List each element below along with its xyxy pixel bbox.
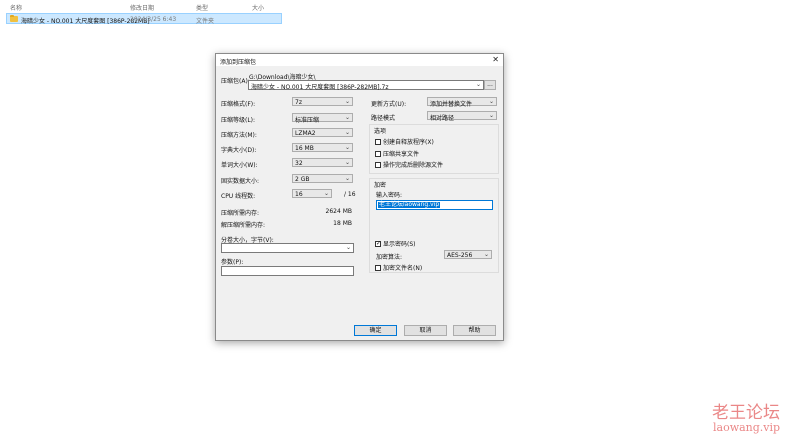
checkbox-box [375, 138, 381, 145]
update-label: 更新方式(U): [371, 101, 407, 108]
browse-button[interactable]: ... [484, 80, 496, 90]
archive-name-value: 海暗少女 - NO.001 大尺度套图 [386P-282MB].7z [251, 84, 389, 91]
params-label: 参数(P): [221, 259, 244, 266]
word-value: 32 [295, 160, 303, 167]
column-type[interactable]: 类型 [196, 3, 208, 12]
solid-select[interactable]: 2 GB ⌄ [292, 174, 353, 183]
checkbox-box [375, 240, 381, 247]
add-to-archive-dialog: 添加到压缩包 ✕ 压缩包(A): G:\Download\海暗少女\ 海暗少女 … [215, 53, 504, 341]
dict-value: 16 MB [295, 145, 314, 152]
method-select[interactable]: LZMA2 ⌄ [292, 128, 353, 137]
chevron-down-icon: ⌄ [344, 98, 350, 105]
delete-label: 操作完成后删除源文件 [383, 162, 444, 169]
show-password-checkbox[interactable]: 显示密码(S) [375, 239, 416, 248]
chevron-down-icon: ⌄ [344, 114, 350, 121]
options-title: 选项 [374, 126, 387, 135]
chevron-down-icon: ⌄ [488, 112, 494, 119]
column-date[interactable]: 修改日期 [130, 3, 154, 12]
delete-checkbox[interactable]: 操作完成后删除源文件 [375, 160, 443, 169]
watermark-url: laowang.vip [713, 421, 781, 434]
format-label: 压缩格式(F): [221, 101, 256, 108]
chevron-down-icon: ⌄ [344, 129, 350, 136]
chevron-down-icon: ⌄ [475, 81, 481, 88]
column-name[interactable]: 名称 [10, 3, 22, 12]
cancel-button[interactable]: 取消 [404, 325, 447, 336]
file-date: 2024/3/25 6:43 [130, 16, 177, 23]
level-select[interactable]: 标准压缩 ⌄ [292, 113, 353, 124]
mem-decomp-label: 解压缩所需内存: [221, 222, 266, 229]
encrypt-names-checkbox[interactable]: 加密文件名(N) [375, 263, 422, 272]
cpu-value: 16 [295, 191, 303, 198]
word-select[interactable]: 32 ⌄ [292, 158, 353, 167]
dict-select[interactable]: 16 MB ⌄ [292, 143, 353, 152]
chevron-down-icon: ⌄ [344, 144, 350, 151]
sfx-label: 创建自释放程序(X) [383, 139, 434, 146]
solid-label: 固实数据大小: [221, 178, 260, 185]
show-password-label: 显示密码(S) [383, 241, 416, 248]
archive-label: 压缩包(A): [221, 78, 250, 85]
word-label: 单词大小(W): [221, 162, 258, 169]
column-size[interactable]: 大小 [252, 3, 264, 12]
shared-label: 压缩共享文件 [383, 151, 420, 158]
enc-method-label: 加密算法: [376, 254, 403, 261]
enc-method-select[interactable]: AES-256 ⌄ [444, 250, 492, 259]
checkbox-box [375, 161, 381, 168]
format-value: 7z [295, 99, 302, 106]
format-select[interactable]: 7z ⌄ [292, 97, 353, 106]
watermark-cn: 老王论坛 [712, 403, 780, 423]
encrypt-names-label: 加密文件名(N) [383, 265, 423, 272]
chevron-down-icon: ⌄ [344, 175, 350, 182]
dialog-title: 添加到压缩包 [220, 59, 257, 66]
level-label: 压缩等级(L): [221, 117, 256, 124]
chevron-down-icon: ⌄ [488, 98, 494, 105]
file-row[interactable]: 海暗少女 - NO.001 大尺度套图 [386P-282MB] 2024/3/… [6, 13, 282, 25]
mem-comp-label: 压缩所需内存: [221, 210, 260, 217]
sfx-checkbox[interactable]: 创建自释放程序(X) [375, 137, 434, 146]
chevron-down-icon: ⌄ [345, 244, 351, 251]
update-select[interactable]: 添加并替换文件 ⌄ [427, 97, 497, 108]
chevron-down-icon: ⌄ [483, 251, 489, 258]
update-value: 添加并替换文件 [430, 101, 473, 108]
mem-comp-value: 2624 MB [325, 208, 352, 215]
password-value: 老王论坛laowang.vip [378, 201, 441, 208]
cpu-total: / 16 [344, 191, 356, 198]
level-value: 标准压缩 [295, 117, 320, 124]
checkbox-box [375, 150, 381, 157]
encryption-title: 加密 [374, 180, 387, 189]
help-button[interactable]: 帮助 [453, 325, 496, 336]
split-combo[interactable]: ⌄ [221, 243, 354, 253]
password-label: 输入密码: [376, 192, 403, 199]
title-bar: 添加到压缩包 ✕ [216, 54, 503, 66]
ok-button[interactable]: 确定 [354, 325, 397, 336]
method-value: LZMA2 [295, 130, 316, 137]
chevron-down-icon: ⌄ [323, 190, 329, 197]
enc-method-value: AES-256 [447, 252, 473, 259]
chevron-down-icon: ⌄ [344, 159, 350, 166]
method-label: 压缩方法(M): [221, 132, 257, 139]
shared-checkbox[interactable]: 压缩共享文件 [375, 149, 419, 158]
archive-name-combo[interactable]: 海暗少女 - NO.001 大尺度套图 [386P-282MB].7z ⌄ [248, 80, 484, 91]
password-input[interactable]: 老王论坛laowang.vip [376, 200, 493, 210]
params-input[interactable] [221, 266, 354, 276]
path-label: 路径模式 [371, 115, 396, 122]
file-type: 文件夹 [196, 18, 215, 25]
path-value: 相对路径 [430, 115, 455, 122]
dict-label: 字典大小(D): [221, 147, 257, 154]
folder-icon [10, 15, 18, 22]
cpu-select[interactable]: 16 ⌄ [292, 189, 332, 198]
checkbox-box [375, 264, 381, 271]
close-icon[interactable]: ✕ [492, 55, 499, 64]
path-select[interactable]: 相对路径 ⌄ [427, 111, 497, 122]
cpu-label: CPU 线程数: [221, 193, 256, 200]
solid-value: 2 GB [295, 176, 310, 183]
mem-decomp-value: 18 MB [333, 220, 352, 227]
